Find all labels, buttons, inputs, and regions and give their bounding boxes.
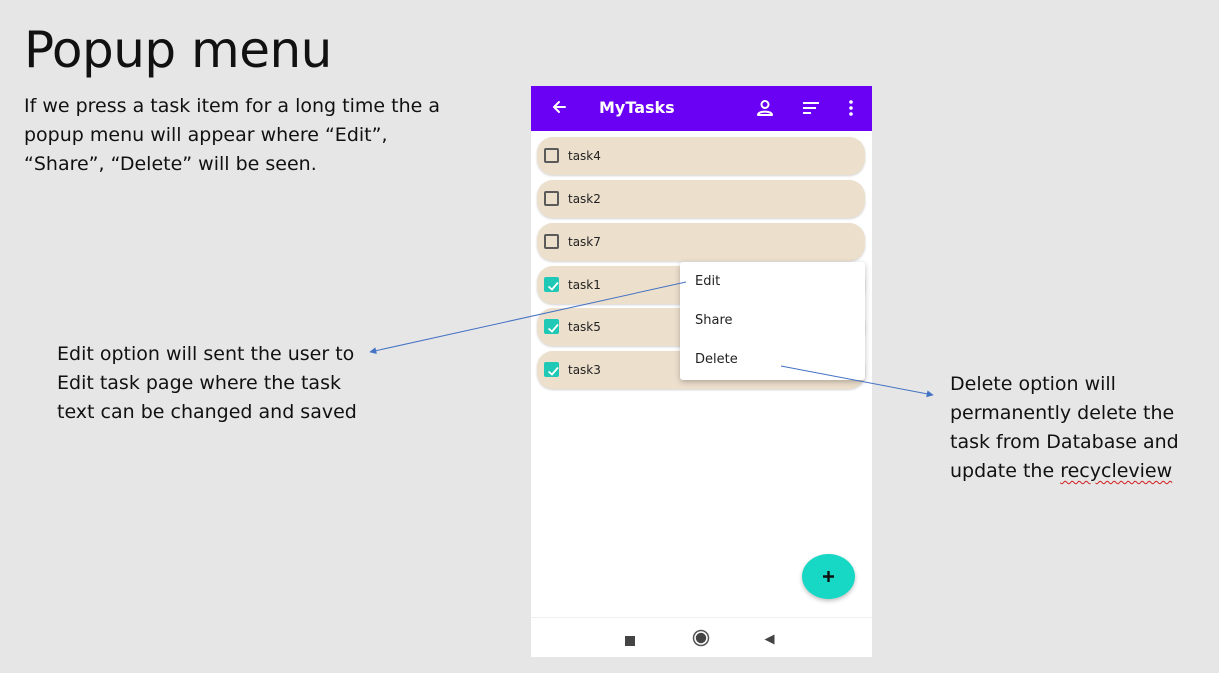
- task-item[interactable]: task7: [537, 223, 865, 261]
- checkbox-unchecked[interactable]: [544, 191, 559, 206]
- task-item[interactable]: task2: [537, 180, 865, 218]
- task-label: task3: [568, 363, 601, 377]
- task-label: task1: [568, 278, 601, 292]
- task-item[interactable]: task4: [537, 137, 865, 175]
- home-circle-icon[interactable]: [692, 629, 710, 651]
- plus-icon: [823, 571, 834, 582]
- person-icon[interactable]: [755, 98, 775, 118]
- checkbox-unchecked[interactable]: [544, 148, 559, 163]
- intro-text: If we press a task item for a long time …: [24, 95, 440, 175]
- task-label: task5: [568, 320, 601, 334]
- menu-item-share[interactable]: Share: [695, 312, 855, 330]
- sort-icon[interactable]: [801, 98, 821, 118]
- phone-screen: MyTasks task4 task2 task7 task1 task5 ta…: [531, 86, 872, 657]
- edit-note: Edit option will sent the user to Edit t…: [57, 343, 357, 423]
- delete-note-misspelled-word: recycleview: [1060, 460, 1173, 482]
- check-icon: [547, 323, 559, 333]
- task-label: task4: [568, 149, 601, 163]
- popup-menu: Edit Share Delete: [680, 262, 865, 380]
- app-bar: MyTasks: [531, 86, 872, 131]
- back-triangle-icon[interactable]: [763, 631, 776, 650]
- check-icon: [547, 366, 559, 376]
- menu-item-delete[interactable]: Delete: [695, 351, 855, 369]
- checkbox-checked[interactable]: [544, 319, 559, 334]
- checkbox-checked[interactable]: [544, 362, 559, 377]
- recents-square-icon[interactable]: [624, 632, 636, 651]
- slide-title: Popup menu: [24, 21, 332, 79]
- app-title: MyTasks: [599, 98, 675, 117]
- menu-item-edit[interactable]: Edit: [695, 273, 855, 291]
- checkbox-checked[interactable]: [544, 277, 559, 292]
- more-vert-icon[interactable]: [841, 98, 861, 118]
- task-label: task7: [568, 235, 601, 249]
- system-nav-bar: [531, 617, 872, 657]
- arrow-back-icon[interactable]: [549, 97, 569, 117]
- delete-note: Delete option will permanently delete th…: [950, 370, 1210, 486]
- check-icon: [547, 281, 559, 291]
- checkbox-unchecked[interactable]: [544, 234, 559, 249]
- task-label: task2: [568, 192, 601, 206]
- add-task-button[interactable]: [802, 554, 855, 599]
